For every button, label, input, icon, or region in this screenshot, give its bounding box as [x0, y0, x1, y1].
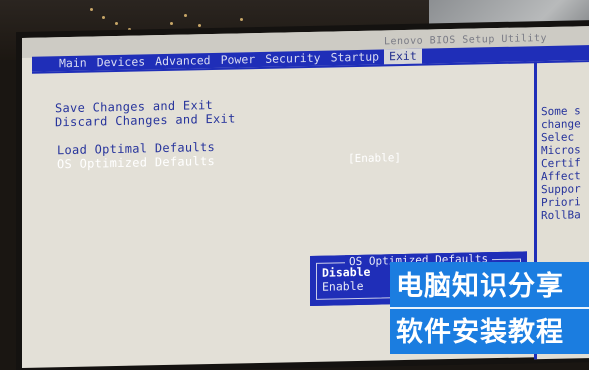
os-optimized-defaults[interactable]: OS Optimized Defaults — [57, 154, 215, 171]
help-line: Selec — [541, 130, 575, 145]
bios-title: Lenovo BIOS Setup Utility — [383, 33, 547, 48]
option-disable[interactable]: Disable — [322, 265, 370, 280]
watermark-line-1: 电脑知识分享 — [396, 271, 564, 302]
help-line: Micros — [541, 143, 581, 158]
help-line: change — [541, 117, 581, 132]
discard-changes-and-exit[interactable]: Discard Changes and Exit — [55, 112, 236, 130]
tab-security[interactable]: Security — [260, 51, 325, 67]
help-line: Certif — [541, 156, 581, 171]
tab-exit[interactable]: Exit — [384, 48, 422, 65]
help-line: Suppor — [541, 182, 581, 197]
help-line: Affect — [541, 169, 581, 184]
watermark-divider — [390, 307, 589, 309]
watermark-banner: 电脑知识分享 软件安装教程 — [390, 262, 589, 354]
help-line: RollBa — [541, 208, 581, 223]
tab-main[interactable]: Main — [54, 56, 92, 72]
watermark-line-2: 软件安装教程 — [396, 317, 564, 348]
os-optimized-defaults-value[interactable]: [Enable] — [348, 151, 401, 165]
tab-devices[interactable]: Devices — [92, 54, 150, 70]
tab-startup[interactable]: Startup — [326, 49, 384, 65]
help-line: Priori — [541, 195, 581, 210]
tab-advanced[interactable]: Advanced — [150, 53, 215, 69]
tab-power[interactable]: Power — [216, 52, 261, 68]
help-line: Some s — [541, 104, 581, 119]
option-enable[interactable]: Enable — [322, 279, 364, 294]
